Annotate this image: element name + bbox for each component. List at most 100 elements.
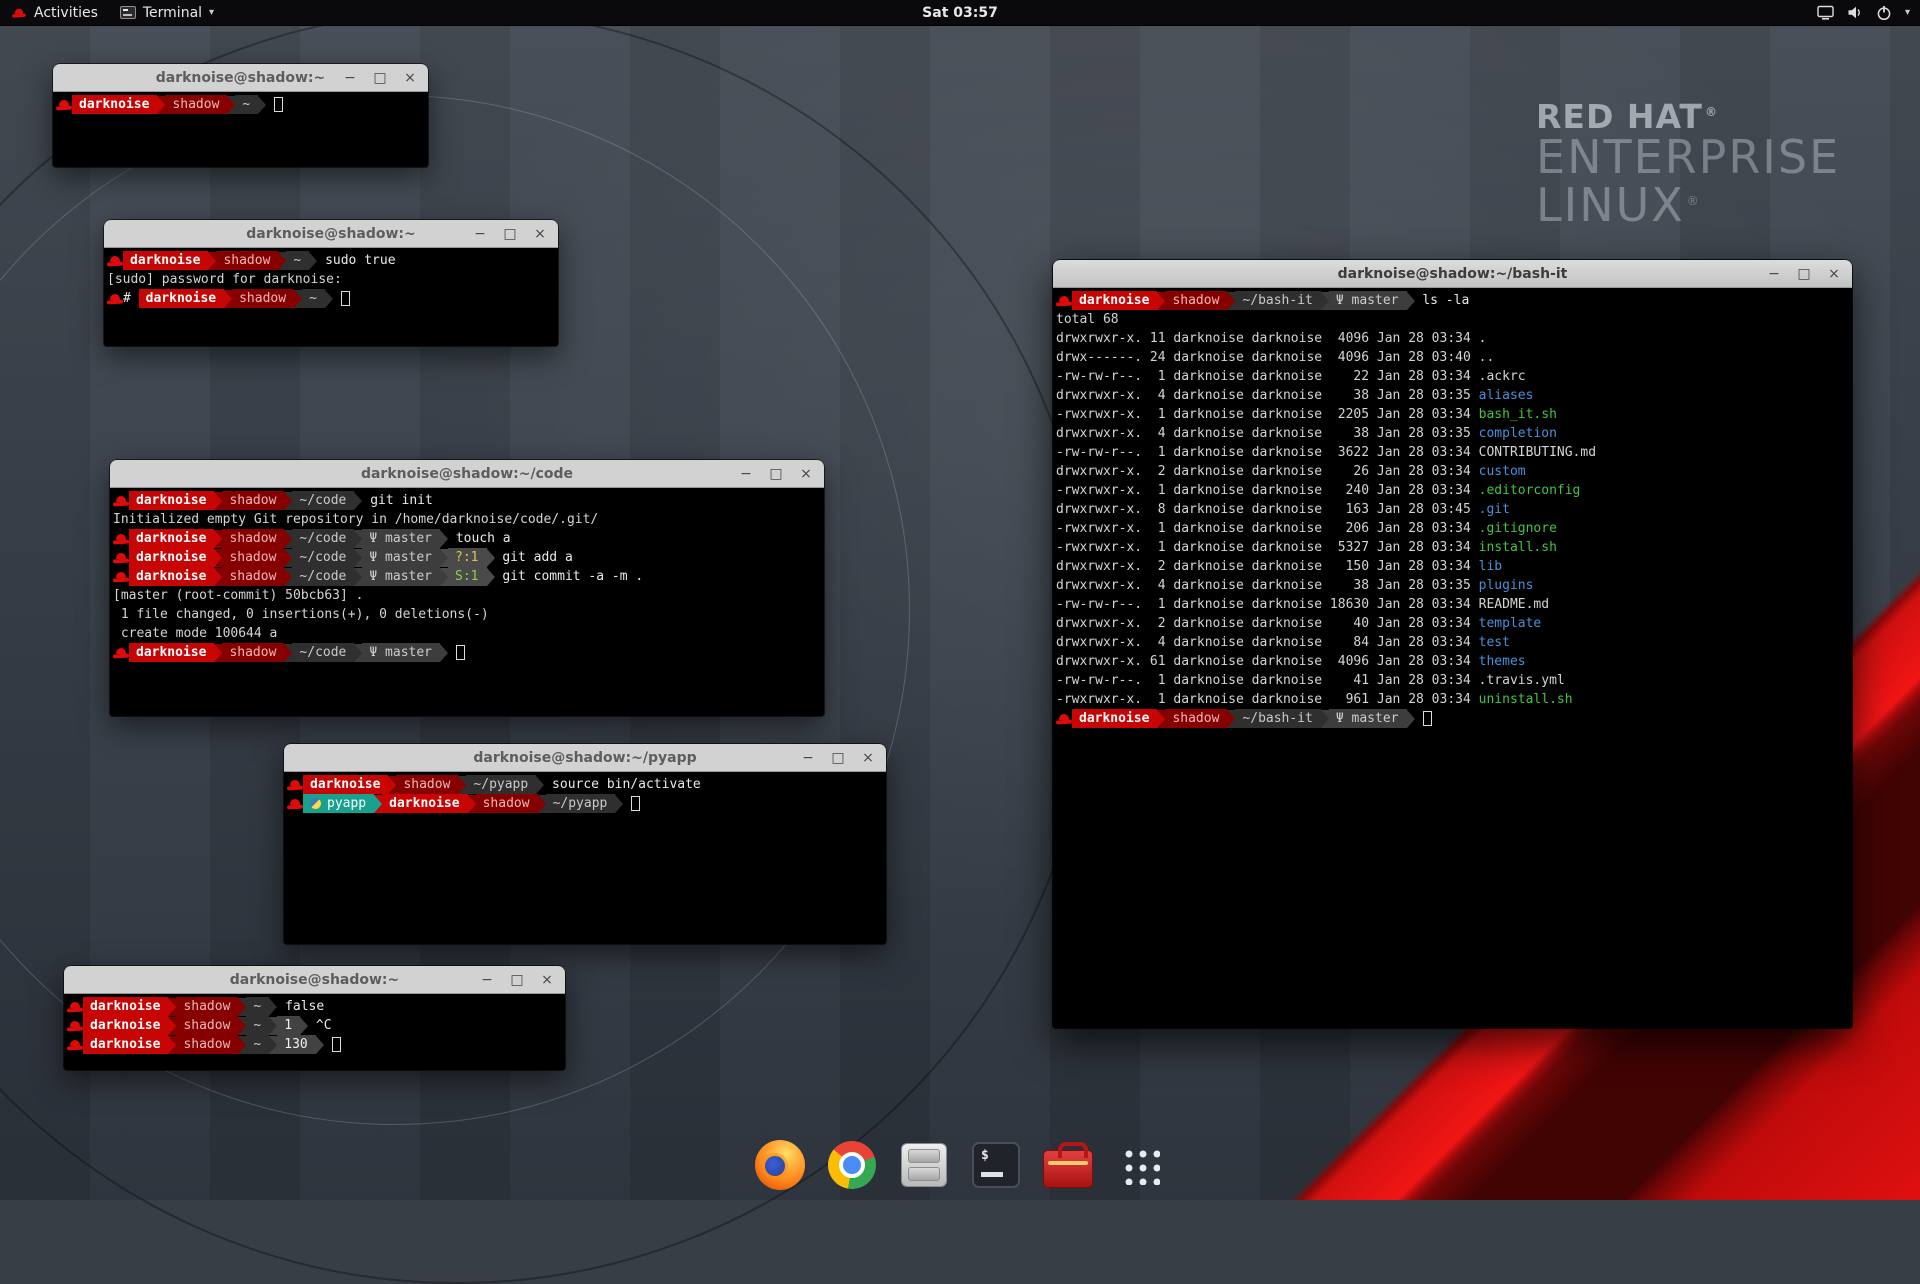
terminal-icon [972, 1142, 1020, 1188]
prompt-segment-path: ~/code [292, 643, 354, 662]
window-titlebar[interactable]: darknoise@shadow:~ − □ × [64, 966, 565, 994]
close-button[interactable]: × [540, 966, 554, 994]
terminal-window-home-2[interactable]: darknoise@shadow:~ − □ × darknoiseshadow… [64, 966, 565, 1070]
terminal-window-pyapp[interactable]: darknoise@shadow:~/pyapp − □ × darknoise… [284, 744, 886, 944]
output-text: drwxrwxr-x. 8 darknoise darknoise 163 Ja… [1056, 502, 1479, 517]
minimize-button[interactable]: − [739, 460, 753, 488]
output-text: bash_it.sh [1479, 407, 1557, 422]
powerline-arrow-icon [536, 776, 544, 794]
terminal-line: darknoiseshadow~ sudo true [107, 251, 555, 270]
terminal-window-code[interactable]: darknoise@shadow:~/code − □ × darknoises… [110, 460, 824, 716]
maximize-button[interactable]: □ [510, 966, 524, 994]
prompt-segment-user: darknoise [129, 643, 214, 662]
maximize-button[interactable]: □ [1797, 260, 1811, 288]
terminal-content[interactable]: darknoiseshadow~/pyapp source bin/activa… [284, 772, 886, 944]
power-icon[interactable] [1876, 5, 1892, 21]
powerline-arrow-icon [284, 549, 292, 567]
dock-item-firefox[interactable] [751, 1136, 809, 1194]
powerline-arrow-icon [354, 492, 362, 510]
powerline-arrow-icon [468, 795, 476, 813]
clock[interactable]: Sat 03:57 [922, 5, 998, 21]
terminal-line: darknoiseshadow~/pyapp source bin/activa… [287, 775, 883, 794]
terminal-content[interactable]: darknoiseshadow~/bash-itΨ master ls -lat… [1053, 288, 1852, 1028]
app-menu-terminal[interactable]: Terminal ▾ [109, 0, 225, 26]
powerline-arrow-icon [440, 530, 448, 548]
prompt-segment-path: ~/bash-it [1235, 709, 1320, 728]
terminal-line: drwxrwxr-x. 4 darknoise darknoise 38 Jan… [1056, 424, 1849, 443]
window-titlebar[interactable]: darknoise@shadow:~ − □ × [104, 220, 558, 248]
terminal-line: [sudo] password for darknoise: [107, 270, 555, 289]
prompt-segment-user: darknoise [129, 548, 214, 567]
command-text: touch a [448, 531, 511, 546]
terminal-content[interactable]: darknoiseshadow~ sudo true[sudo] passwor… [104, 248, 558, 346]
window-titlebar[interactable]: darknoise@shadow:~/pyapp − □ × [284, 744, 886, 772]
terminal-content[interactable]: darknoiseshadow~/code git initInitialize… [110, 488, 824, 716]
minimize-button[interactable]: − [473, 220, 487, 248]
terminal-line: drwxrwxr-x. 4 darknoise darknoise 38 Jan… [1056, 386, 1849, 405]
dock-item-terminal[interactable] [967, 1136, 1025, 1194]
close-button[interactable]: × [861, 744, 875, 772]
minimize-button[interactable]: − [343, 64, 357, 92]
window-titlebar[interactable]: darknoise@shadow:~/bash-it − □ × [1053, 260, 1852, 288]
caret-down-icon: ▾ [1905, 7, 1910, 18]
terminal-line: -rw-rw-r--. 1 darknoise darknoise 41 Jan… [1056, 671, 1849, 690]
maximize-button[interactable]: □ [769, 460, 783, 488]
prompt-segment-host: shadow [232, 289, 294, 308]
window-titlebar[interactable]: darknoise@shadow:~ − □ × [53, 64, 428, 92]
redhat-logo-icon [12, 7, 26, 19]
dock-item-chrome[interactable] [823, 1136, 881, 1194]
minimize-button[interactable]: − [1767, 260, 1781, 288]
maximize-button[interactable]: □ [831, 744, 845, 772]
close-button[interactable]: × [799, 460, 813, 488]
window-titlebar[interactable]: darknoise@shadow:~/code − □ × [110, 460, 824, 488]
prompt-segment-path: ~/pyapp [546, 794, 616, 813]
prompt-segment-user: darknoise [129, 491, 214, 510]
redhat-prompt-icon [107, 292, 123, 306]
terminal-content[interactable]: darknoiseshadow~ falsedarknoiseshadow~1 … [64, 994, 565, 1070]
output-text: completion [1479, 426, 1557, 441]
redhat-prompt-icon [113, 570, 129, 584]
activities-button[interactable]: Activities [0, 0, 109, 26]
powerline-arrow-icon [238, 998, 246, 1016]
volume-icon[interactable] [1847, 5, 1863, 20]
dock-item-apps[interactable] [1111, 1136, 1169, 1194]
prompt-segment-git: Ψ master [362, 548, 440, 567]
terminal-line: 1 file changed, 0 insertions(+), 0 delet… [113, 605, 821, 624]
redhat-prompt-icon [113, 532, 129, 546]
maximize-button[interactable]: □ [503, 220, 517, 248]
powerline-arrow-icon [224, 290, 232, 308]
prompt-segment-path: ~ [246, 1035, 269, 1054]
prompt-segment-user: darknoise [129, 567, 214, 586]
terminal-content[interactable]: darknoiseshadow~ [53, 92, 428, 167]
redhat-prompt-icon [1056, 294, 1072, 308]
minimize-button[interactable]: − [480, 966, 494, 994]
dock-item-toolbox[interactable] [1039, 1136, 1097, 1194]
window-title: darknoise@shadow:~/bash-it [1053, 266, 1852, 282]
terminal-line: drwxrwxr-x. 61 darknoise darknoise 4096 … [1056, 652, 1849, 671]
terminal-window-sudo[interactable]: darknoise@shadow:~ − □ × darknoiseshadow… [104, 220, 558, 346]
powerline-arrow-icon [1407, 292, 1415, 310]
dock-item-files[interactable] [895, 1136, 953, 1194]
output-text: Initialized empty Git repository in /hom… [113, 512, 598, 527]
system-status-area[interactable]: ▾ [1817, 5, 1920, 21]
close-button[interactable]: × [1827, 260, 1841, 288]
terminal-line: darknoiseshadow~1 ^C [67, 1016, 562, 1035]
terminal-window-bash-it[interactable]: darknoise@shadow:~/bash-it − □ × darknoi… [1053, 260, 1852, 1028]
powerline-arrow-icon [227, 96, 235, 114]
display-icon[interactable] [1817, 5, 1834, 20]
terminal-window-home-1[interactable]: darknoise@shadow:~ − □ × darknoiseshadow… [53, 64, 428, 167]
maximize-button[interactable]: □ [373, 64, 387, 92]
prompt-segment-path: ~ [246, 1016, 269, 1035]
minimize-button[interactable]: − [801, 744, 815, 772]
terminal-cursor [332, 1037, 341, 1052]
output-text: -rwxrwxr-x. 1 darknoise darknoise 240 Ja… [1056, 483, 1479, 498]
powerline-arrow-icon [157, 96, 165, 114]
powerline-arrow-icon [238, 1017, 246, 1035]
terminal-line: darknoiseshadow~/bash-itΨ master [1056, 709, 1849, 728]
prompt-segment-git: Ψ master [1329, 709, 1407, 728]
output-text: -rw-rw-r--. 1 darknoise darknoise 22 Jan… [1056, 369, 1479, 384]
prompt-segment-git: Ψ master [362, 529, 440, 548]
terminal-cursor [631, 796, 640, 811]
close-button[interactable]: × [403, 64, 417, 92]
close-button[interactable]: × [533, 220, 547, 248]
